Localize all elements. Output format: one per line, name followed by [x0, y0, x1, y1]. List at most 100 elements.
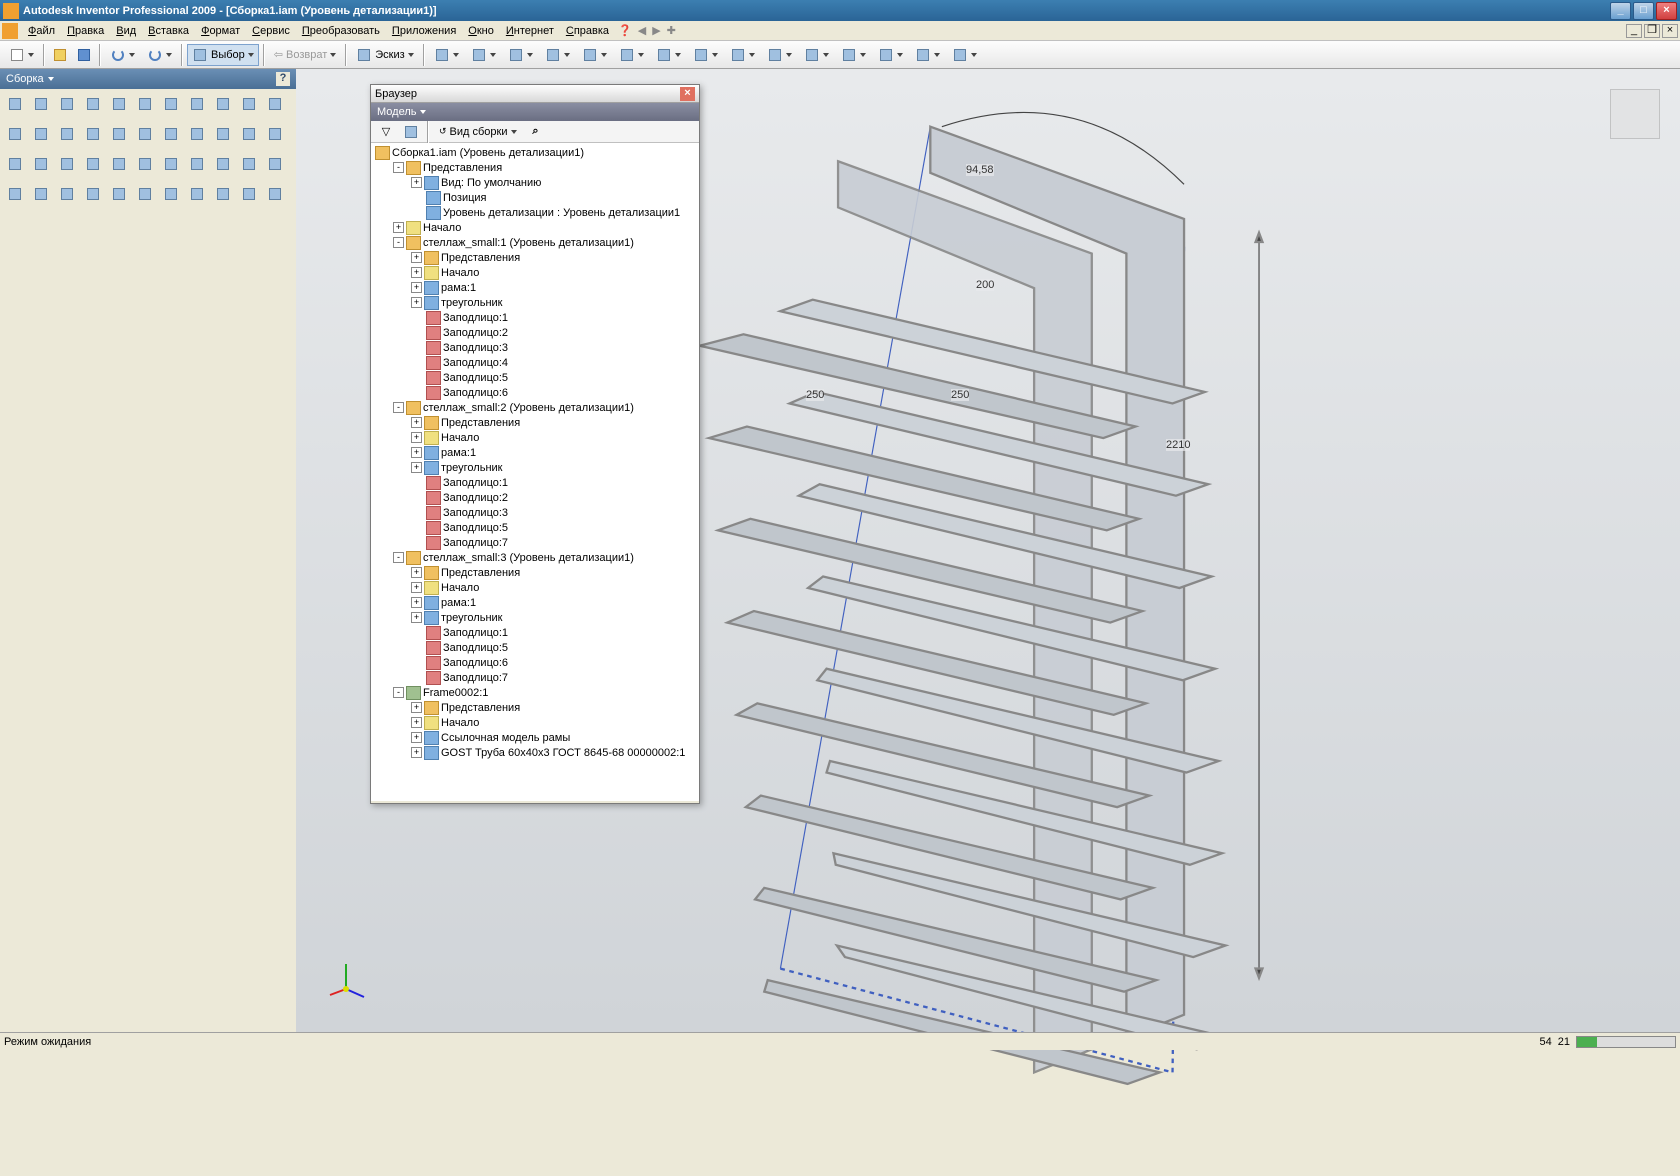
assembly-tool[interactable]	[212, 153, 234, 175]
menu-преобразовать[interactable]: Преобразовать	[296, 23, 386, 39]
expander-icon[interactable]: +	[411, 282, 422, 293]
assembly-tool[interactable]	[108, 153, 130, 175]
zoom-button[interactable]	[466, 44, 501, 66]
menu-вставка[interactable]: Вставка	[142, 23, 195, 39]
tree-node[interactable]: Заподлицо:6	[371, 385, 699, 400]
assembly-tool[interactable]	[238, 93, 260, 115]
expander-icon[interactable]: +	[411, 252, 422, 263]
assembly-tool[interactable]	[108, 93, 130, 115]
minimize-button[interactable]: _	[1610, 2, 1631, 20]
expander-icon[interactable]: +	[411, 417, 422, 428]
assembly-tool[interactable]	[56, 93, 78, 115]
tree-node[interactable]: +GOST Труба 60x40x3 ГОСТ 8645-68 0000000…	[371, 745, 699, 760]
tree-node[interactable]: +рама:1	[371, 445, 699, 460]
tree-node[interactable]: Заподлицо:6	[371, 655, 699, 670]
assembly-tool[interactable]	[238, 123, 260, 145]
expander-icon[interactable]: +	[411, 447, 422, 458]
menu-вид[interactable]: Вид	[110, 23, 142, 39]
tree-node[interactable]: Заподлицо:3	[371, 340, 699, 355]
menu-формат[interactable]: Формат	[195, 23, 246, 39]
tree-node[interactable]: -стеллаж_small:3 (Уровень детализации1)	[371, 550, 699, 565]
tree-node[interactable]: -Представления	[371, 160, 699, 175]
assembly-tool[interactable]	[4, 93, 26, 115]
assembly-tool[interactable]	[160, 153, 182, 175]
expander-icon[interactable]: +	[411, 597, 422, 608]
redo-dropdown[interactable]	[142, 44, 177, 66]
expander-icon[interactable]: +	[411, 267, 422, 278]
expander-icon[interactable]: +	[411, 432, 422, 443]
assembly-view-dropdown[interactable]: ↺Вид сборки	[434, 123, 522, 141]
mdi-restore-button[interactable]: ❐	[1644, 24, 1660, 38]
tree-node[interactable]: Заподлицо:2	[371, 325, 699, 340]
menu-справка[interactable]: Справка	[560, 23, 615, 39]
expander-icon[interactable]: +	[411, 462, 422, 473]
expander-icon[interactable]: -	[393, 552, 404, 563]
tree-node[interactable]: Заподлицо:1	[371, 310, 699, 325]
assembly-tool[interactable]	[108, 183, 130, 205]
assembly-tool[interactable]	[134, 123, 156, 145]
tree-node[interactable]: +Начало	[371, 220, 699, 235]
tree-node[interactable]: +Представления	[371, 415, 699, 430]
browser-model-label[interactable]: Модель	[377, 106, 416, 118]
assembly-tool[interactable]	[30, 93, 52, 115]
look-at-button[interactable]	[614, 44, 649, 66]
assembly-tool[interactable]	[30, 123, 52, 145]
tree-node[interactable]: +рама:1	[371, 595, 699, 610]
tree-node[interactable]: +рама:1	[371, 280, 699, 295]
menu-интернет[interactable]: Интернет	[500, 23, 560, 39]
menu-приложения[interactable]: Приложения	[386, 23, 462, 39]
expander-icon[interactable]: -	[393, 237, 404, 248]
tree-node[interactable]: Заподлицо:2	[371, 490, 699, 505]
tree-node[interactable]: Заподлицо:7	[371, 670, 699, 685]
zoom-all-button[interactable]	[540, 44, 575, 66]
expander-icon[interactable]: +	[411, 612, 422, 623]
tree-node[interactable]: +Представления	[371, 565, 699, 580]
bg-button[interactable]	[947, 44, 982, 66]
assembly-tool[interactable]	[160, 93, 182, 115]
expander-icon[interactable]: +	[411, 747, 422, 758]
assembly-tool[interactable]	[264, 183, 286, 205]
assembly-tool[interactable]	[160, 123, 182, 145]
save-button[interactable]	[73, 44, 95, 66]
tree-node[interactable]: +треугольник	[371, 295, 699, 310]
tree-options-icon[interactable]	[400, 121, 422, 143]
tree-node[interactable]: Заподлицо:5	[371, 370, 699, 385]
viewcube[interactable]	[1610, 89, 1660, 139]
assembly-tool[interactable]	[186, 93, 208, 115]
tree-node[interactable]: Заподлицо:1	[371, 475, 699, 490]
tree-node[interactable]: -Frame0002:1	[371, 685, 699, 700]
expander-icon[interactable]: +	[411, 702, 422, 713]
search-icon[interactable]: ⌕	[525, 121, 547, 143]
app-menu-icon[interactable]	[2, 23, 18, 39]
zoom-window-button[interactable]	[503, 44, 538, 66]
expander-icon[interactable]: +	[411, 177, 422, 188]
assembly-tool[interactable]	[134, 153, 156, 175]
assembly-tool[interactable]	[212, 93, 234, 115]
assembly-tool[interactable]	[4, 183, 26, 205]
shaded-button[interactable]	[725, 44, 760, 66]
assembly-tool[interactable]	[134, 93, 156, 115]
assembly-tool[interactable]	[238, 183, 260, 205]
assembly-tool[interactable]	[30, 153, 52, 175]
assembly-tool[interactable]	[82, 153, 104, 175]
orbit-button[interactable]	[577, 44, 612, 66]
tree-node[interactable]: -стеллаж_small:2 (Уровень детализации1)	[371, 400, 699, 415]
assembly-tool[interactable]	[4, 123, 26, 145]
select-mode-dropdown[interactable]: Выбор	[187, 44, 259, 66]
expander-icon[interactable]: -	[393, 402, 404, 413]
assembly-tool[interactable]	[238, 153, 260, 175]
slice-button[interactable]	[836, 44, 871, 66]
tree-node[interactable]: Заподлицо:3	[371, 505, 699, 520]
assembly-tool[interactable]	[82, 93, 104, 115]
assembly-tool[interactable]	[82, 123, 104, 145]
tree-node[interactable]: Заподлицо:7	[371, 535, 699, 550]
assembly-tool[interactable]	[108, 123, 130, 145]
tree-node[interactable]: Уровень детализации : Уровень детализаци…	[371, 205, 699, 220]
assembly-tool[interactable]	[134, 183, 156, 205]
open-button[interactable]	[49, 44, 71, 66]
assembly-tool[interactable]	[264, 153, 286, 175]
expander-icon[interactable]: +	[393, 222, 404, 233]
maximize-button[interactable]: □	[1633, 2, 1654, 20]
assembly-tool[interactable]	[186, 183, 208, 205]
tree-node[interactable]: +Представления	[371, 700, 699, 715]
